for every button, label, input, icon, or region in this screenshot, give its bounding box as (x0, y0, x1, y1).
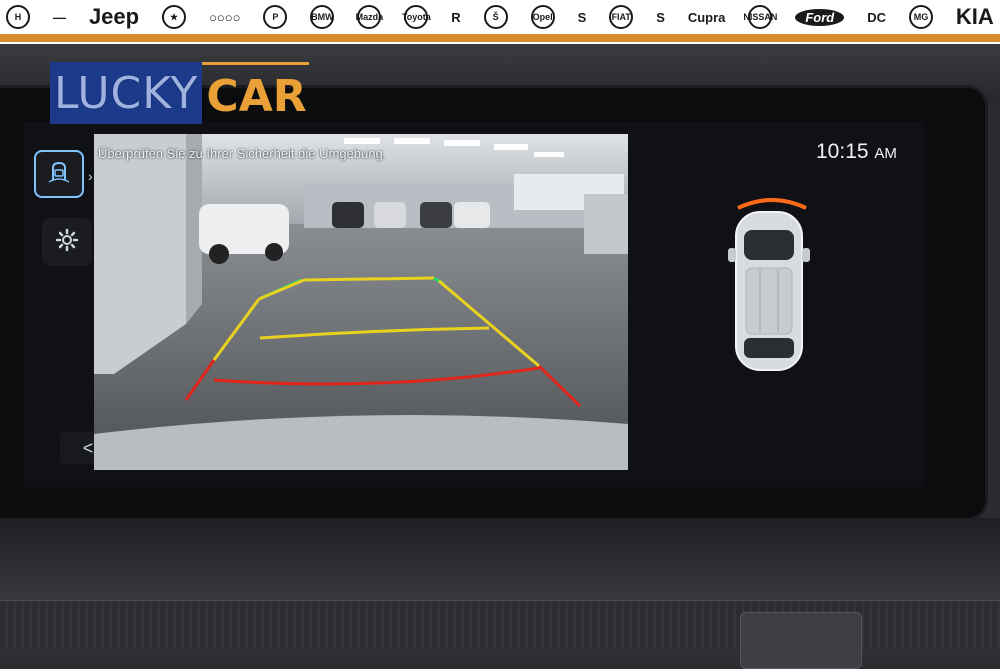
rear-sensor-arc (737, 198, 807, 210)
parking-camera-button[interactable] (34, 150, 84, 198)
clock-ampm: AM (874, 145, 897, 162)
honda-logo: H (6, 5, 30, 29)
cupra-logo: Cupra (687, 9, 726, 25)
clock-time: 10:15 (816, 140, 869, 163)
kia-logo: KIA (955, 4, 994, 29)
logo-car: CAR (202, 62, 309, 124)
ford-logo: Ford (795, 8, 845, 26)
dealer-logo: LUCKY CAR (50, 62, 309, 124)
expand-chevron-icon[interactable]: › (88, 168, 93, 184)
suzuki-logo: S (577, 9, 587, 25)
skoda-logo: Š (483, 5, 508, 29)
fiat-logo: FIAT (609, 5, 634, 29)
hazard-switch[interactable] (740, 612, 862, 669)
ds-logo: DC (867, 9, 886, 25)
peugeot-logo: P (263, 5, 288, 29)
logo-lucky: LUCKY (50, 62, 203, 124)
settings-button[interactable] (42, 218, 92, 266)
mercedes-logo: ★ (162, 5, 187, 29)
parking-camera-icon (45, 158, 73, 191)
seat-logo: S (656, 9, 665, 25)
brand-logo-strip: H — Jeep ★ ○○○○ P BMW Mazda Toyota R Š O… (0, 0, 1000, 34)
chevrolet-logo: — (52, 9, 66, 25)
nissan-logo: NISSAN (743, 5, 777, 29)
brand-divider (0, 34, 1000, 44)
audi-logo: ○○○○ (209, 9, 241, 25)
gear-icon (54, 227, 80, 258)
safety-warning-text: Überprüfen Sie zu Ihrer Sicherheit die U… (98, 146, 387, 161)
jeep-logo: Jeep (88, 4, 140, 29)
chevron-left-icon: < (82, 437, 94, 458)
vehicle-top-view (720, 190, 820, 385)
mg-logo: MG (908, 5, 933, 29)
bmw-logo: BMW (310, 5, 335, 29)
clock: 10:15 AM (816, 140, 897, 164)
opel-logo: Opel (530, 5, 555, 29)
renault-logo: R (451, 9, 461, 25)
rear-camera-view (94, 134, 628, 470)
mazda-logo: Mazda (356, 5, 383, 29)
toyota-logo: Toyota (402, 5, 431, 29)
